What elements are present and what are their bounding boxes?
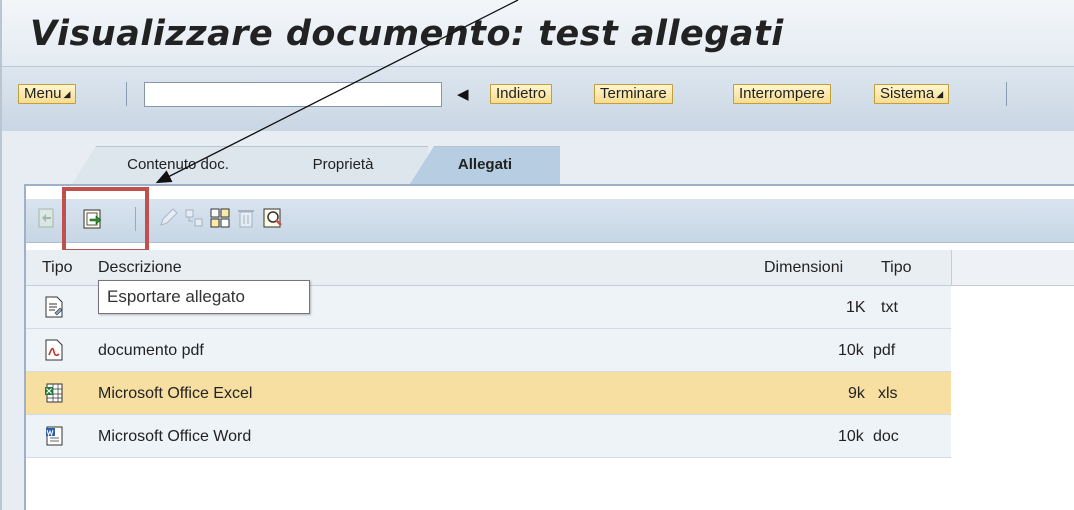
row-size: 10k xyxy=(838,428,864,445)
row-description: documento pdf xyxy=(98,342,204,359)
row-type: txt xyxy=(881,299,898,316)
tab-allegati[interactable]: Allegati xyxy=(410,146,560,184)
tab-contenuto-label: Contenuto doc. xyxy=(127,156,229,173)
delete-icon[interactable] xyxy=(235,207,257,229)
refresh-icon[interactable] xyxy=(36,207,58,229)
attachments-toolbar xyxy=(26,199,1074,243)
cancel-button[interactable]: Interrompere xyxy=(733,84,831,104)
table-row-selected[interactable]: Microsoft Office Excel 9k xls xyxy=(26,372,951,415)
column-header-type[interactable]: Tipo xyxy=(881,250,912,286)
row-size: 1K xyxy=(846,299,866,316)
row-type: doc xyxy=(873,428,899,445)
edit-icon[interactable] xyxy=(157,207,179,229)
move-icon[interactable] xyxy=(183,207,205,229)
system-button-label: Sistema xyxy=(880,85,935,102)
tab-allegati-label: Allegati xyxy=(457,156,513,173)
pdf-file-icon xyxy=(45,339,63,361)
menu-dropdown-icon: ◢ xyxy=(63,89,71,99)
command-field[interactable] xyxy=(144,82,442,107)
table-row[interactable]: Microsoft Office Word 10k doc xyxy=(26,415,951,458)
column-divider xyxy=(951,250,952,286)
system-dropdown-icon: ◢ xyxy=(936,89,944,99)
row-description: Microsoft Office Excel xyxy=(98,385,253,402)
export-tooltip: Esportare allegato xyxy=(98,280,310,314)
system-button[interactable]: Sistema ◢ xyxy=(874,84,950,104)
row-description: Microsoft Office Word xyxy=(98,428,252,445)
excel-file-icon xyxy=(45,383,63,403)
export-highlight-box xyxy=(62,187,149,253)
word-file-icon xyxy=(46,426,63,446)
system-toolbar: Menu ◢ ◀ Indietro Terminare Interrompere … xyxy=(2,66,1074,131)
tab-proprieta[interactable]: Proprietà xyxy=(258,146,428,184)
insert-icon[interactable] xyxy=(209,207,231,229)
text-file-icon xyxy=(45,296,63,318)
menu-button-label: Menu xyxy=(24,85,62,102)
tab-contenuto[interactable]: Contenuto doc. xyxy=(72,146,284,184)
table-row[interactable]: documento pdf 10k pdf xyxy=(26,329,951,372)
page-title: Visualizzare documento: test allegati xyxy=(30,14,784,54)
tab-proprieta-label: Proprietà xyxy=(312,156,374,173)
table-header-filler xyxy=(951,250,1074,286)
search-icon[interactable] xyxy=(262,207,284,229)
back-button[interactable]: Indietro xyxy=(490,84,553,104)
row-size: 9k xyxy=(848,385,865,402)
title-bar: Visualizzare documento: test allegati xyxy=(2,0,1074,66)
row-type: pdf xyxy=(873,342,896,359)
row-size: 10k xyxy=(838,342,864,359)
toolbar-separator xyxy=(1006,82,1007,106)
row-type: xls xyxy=(878,385,898,402)
column-header-tipo-icon[interactable]: Tipo xyxy=(42,250,73,286)
toolbar-separator xyxy=(126,82,127,106)
column-header-size[interactable]: Dimensioni xyxy=(764,250,843,286)
back-arrow-icon[interactable]: ◀ xyxy=(457,85,469,103)
menu-button[interactable]: Menu ◢ xyxy=(18,84,77,104)
exit-button[interactable]: Terminare xyxy=(594,84,673,104)
